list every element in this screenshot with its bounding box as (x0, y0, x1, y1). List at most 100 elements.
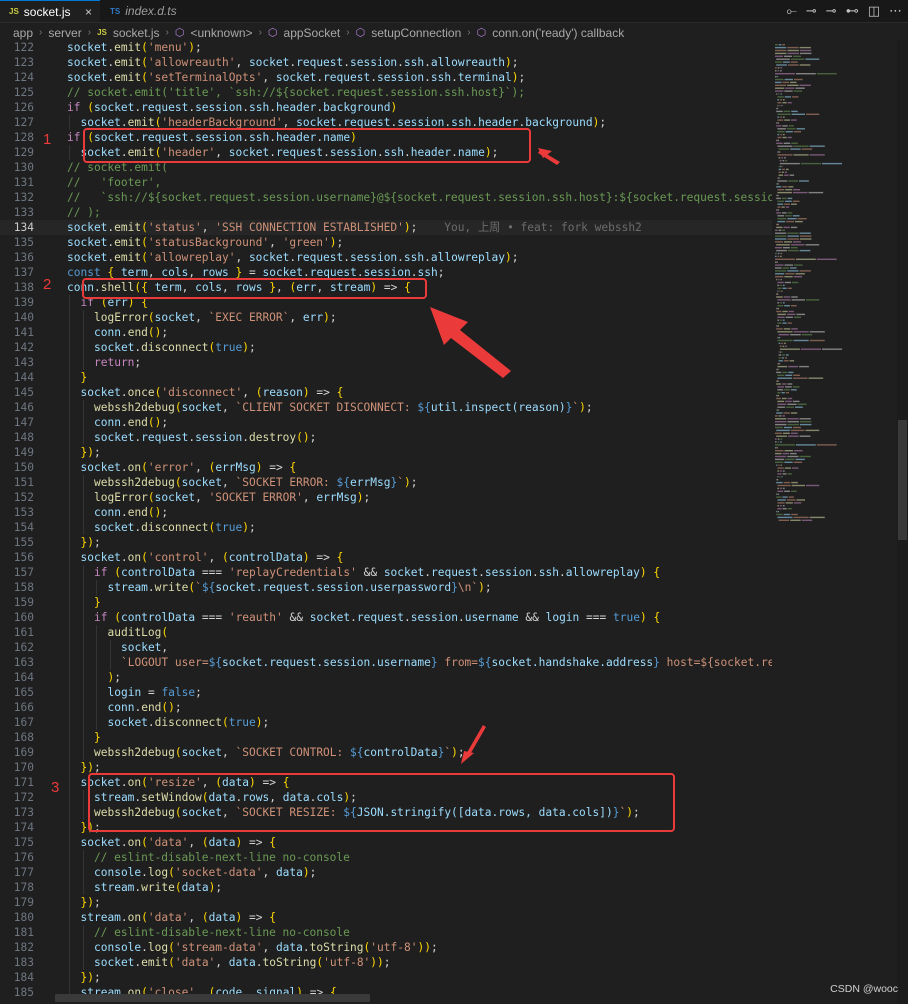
minimap-line (778, 409, 780, 411)
minimap-line (780, 319, 782, 321)
code-line[interactable]: 144 } (0, 370, 772, 385)
code-line[interactable]: 152 logError(socket, 'SOCKET ERROR', err… (0, 490, 772, 505)
previous-change-icon[interactable]: ⊸ (806, 4, 817, 19)
breadcrumb-item[interactable]: app (13, 26, 33, 40)
code-line[interactable]: 153 conn.end(); (0, 505, 772, 520)
code-line[interactable]: 132 // `ssh://${socket.request.session.us… (0, 190, 772, 205)
minimap-line (792, 215, 800, 217)
code-line[interactable]: 135 socket.emit('statusBackground', 'gree… (0, 235, 772, 250)
code-line[interactable]: 165 login = false; (0, 685, 772, 700)
code-line[interactable]: 122 socket.emit('menu'); (0, 40, 772, 55)
code-line[interactable]: 168 } (0, 730, 772, 745)
code-line[interactable]: 139 if (err) { (0, 295, 772, 310)
line-number: 171 (13, 776, 34, 789)
minimap-line (776, 186, 782, 188)
code-line[interactable]: 149 }); (0, 445, 772, 460)
line-number: 144 (13, 371, 34, 384)
code-line[interactable]: 131 // 'footer', (0, 175, 772, 190)
code-line[interactable]: 182 console.log('stream-data', data.toSt… (0, 940, 772, 955)
code-line[interactable]: 160 if (controlData === 'reauth' && sock… (0, 610, 772, 625)
code-line[interactable]: 167 socket.disconnect(true); (0, 715, 772, 730)
code-line[interactable]: 157 if (controlData === 'replayCredentia… (0, 565, 772, 580)
code-line[interactable]: 128 if (socket.request.session.ssh.header… (0, 130, 772, 145)
horizontal-scrollbar[interactable] (55, 994, 370, 1002)
code-line[interactable]: 151 webssh2debug(socket, `SOCKET ERROR: … (0, 475, 772, 490)
breadcrumb-item[interactable]: conn.on('ready') callback (492, 26, 624, 40)
tab-index-d-ts[interactable]: TS index.d.ts (101, 0, 209, 22)
breadcrumb-item[interactable]: server (48, 26, 81, 40)
scrollbar-thumb[interactable] (898, 420, 907, 540)
open-changes-icon[interactable]: ⟜ (786, 4, 796, 19)
code-line[interactable]: 137 const { term, cols, rows } = socket.r… (0, 265, 772, 280)
code-line[interactable]: 161 auditLog( (0, 625, 772, 640)
code-line[interactable]: 143 return; (0, 355, 772, 370)
line-number: 183 (13, 956, 34, 969)
toggle-blame-icon[interactable]: ⊷ (846, 4, 859, 19)
code-line[interactable]: 180 stream.on('data', (data) => { (0, 910, 772, 925)
code-text: stream.setWindow(data.rows, data.cols); (94, 791, 357, 804)
breadcrumb-item[interactable]: socket.js (113, 26, 160, 40)
code-line[interactable]: 155 }); (0, 535, 772, 550)
code-line[interactable]: 162 socket, (0, 640, 772, 655)
code-line[interactable]: 138 conn.shell({ term, cols, rows }, (err… (0, 280, 772, 295)
minimap-line (784, 389, 790, 391)
minimap-line (777, 223, 779, 226)
code-line[interactable]: 142 socket.disconnect(true); (0, 340, 772, 355)
code-line[interactable]: 163 `LOGOUT user=${socket.request.sessio… (0, 655, 772, 670)
minimap-line (775, 415, 778, 417)
code-line[interactable]: 176 // eslint-disable-next-line no-conso… (0, 850, 772, 865)
code-line[interactable]: 140 logError(socket, `EXEC ERROR`, err); (0, 310, 772, 325)
code-line[interactable]: 126 if (socket.request.session.ssh.header… (0, 100, 772, 115)
breadcrumb-item[interactable]: <unknown> (191, 26, 253, 40)
code-line[interactable]: 148 socket.request.session.destroy(); (0, 430, 772, 445)
code-line[interactable]: 179 }); (0, 895, 772, 910)
code-line[interactable]: 173 webssh2debug(socket, `SOCKET RESIZE:… (0, 805, 772, 820)
minimap-line (776, 409, 778, 411)
code-line[interactable]: 164 ); (0, 670, 772, 685)
code-line[interactable]: 166 conn.end(); (0, 700, 772, 715)
code-line[interactable]: 134 socket.emit('status', 'SSH CONNECTION… (0, 220, 772, 235)
minimap-line (776, 183, 778, 185)
code-line[interactable]: 172 stream.setWindow(data.rows, data.col… (0, 790, 772, 805)
code-line[interactable]: 133 // ); (0, 205, 772, 220)
code-line[interactable]: 130 // socket.emit( (0, 160, 772, 175)
code-line[interactable]: 129 socket.emit('header', socket.request… (0, 145, 772, 160)
code-line[interactable]: 141 conn.end(); (0, 325, 772, 340)
code-line[interactable]: 123 socket.emit('allowreauth', socket.req… (0, 55, 772, 70)
split-editor-icon[interactable]: ◫ (868, 4, 880, 19)
code-line[interactable]: 150 socket.on('error', (errMsg) => { (0, 460, 772, 475)
minimap-line (776, 278, 778, 281)
tab-socket-js[interactable]: JS socket.js × (0, 0, 100, 22)
code-line[interactable]: 169 webssh2debug(socket, `SOCKET CONTROL… (0, 745, 772, 760)
code-line[interactable]: 146 webssh2debug(socket, `CLIENT SOCKET … (0, 400, 772, 415)
code-line[interactable]: 175 socket.on('data', (data) => { (0, 835, 772, 850)
close-icon[interactable]: × (85, 5, 92, 19)
code-line[interactable]: 156 socket.on('control', (controlData) =… (0, 550, 772, 565)
code-line[interactable]: 183 socket.emit('data', data.toString('u… (0, 955, 772, 970)
minimap[interactable] (775, 40, 893, 540)
code-line[interactable]: 170 }); (0, 760, 772, 775)
breadcrumb-item[interactable]: setupConnection (371, 26, 461, 40)
next-change-icon[interactable]: ⊸ (826, 4, 837, 19)
code-line[interactable]: 184 }); (0, 970, 772, 985)
code-line[interactable]: 136 socket.emit('allowreplay', socket.req… (0, 250, 772, 265)
code-text: socket.emit('menu'); (67, 41, 202, 54)
code-line[interactable]: 147 conn.end(); (0, 415, 772, 430)
code-line[interactable]: 145 socket.once('disconnect', (reason) =… (0, 385, 772, 400)
code-line[interactable]: 158 stream.write(`${socket.request.sessi… (0, 580, 772, 595)
code-line[interactable]: 159 } (0, 595, 772, 610)
code-line[interactable]: 181 // eslint-disable-next-line no-conso… (0, 925, 772, 940)
code-line[interactable]: 124 socket.emit('setTerminalOpts', socket… (0, 70, 772, 85)
code-line[interactable]: 127 socket.emit('headerBackground', sock… (0, 115, 772, 130)
minimap-line (775, 238, 787, 240)
code-line[interactable]: 154 socket.disconnect(true); (0, 520, 772, 535)
code-line[interactable]: 125 // socket.emit('title', `ssh://${sock… (0, 85, 772, 100)
code-line[interactable]: 174 }); (0, 820, 772, 835)
minimap-line (784, 467, 792, 469)
breadcrumb-item[interactable]: appSocket (284, 26, 341, 40)
code-line[interactable]: 171 socket.on('resize', (data) => { (0, 775, 772, 790)
more-actions-icon[interactable]: ⋯ (889, 4, 902, 19)
code-editor[interactable]: 122 socket.emit('menu'); 123 socket.emit('a… (0, 40, 772, 1004)
code-line[interactable]: 177 console.log('socket-data', data); (0, 865, 772, 880)
code-line[interactable]: 178 stream.write(data); (0, 880, 772, 895)
